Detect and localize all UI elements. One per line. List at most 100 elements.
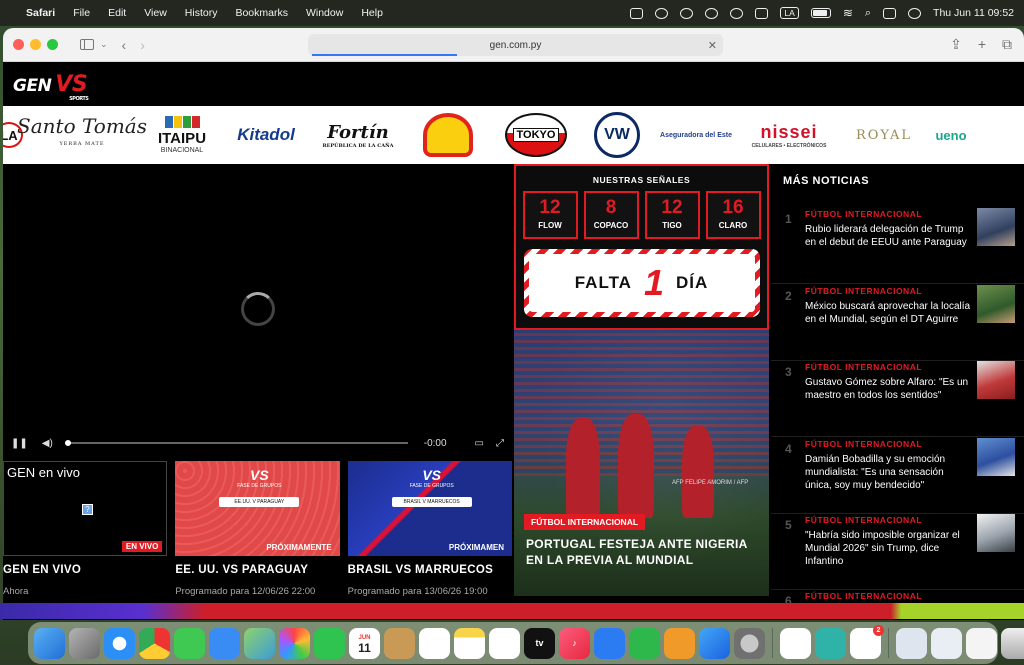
sponsor-fortin-logo[interactable]: Fortín REPÚBLICA DE LA CAÑA bbox=[309, 106, 407, 164]
menu-help[interactable]: Help bbox=[361, 7, 383, 19]
news-title[interactable]: Damián Bobadilla y su emoción mundialist… bbox=[805, 453, 971, 492]
slack-icon[interactable] bbox=[780, 627, 811, 659]
forward-button[interactable]: › bbox=[140, 37, 145, 53]
news-category[interactable]: FÚTBOL INTERNACIONAL bbox=[805, 362, 922, 372]
stats-icon[interactable]: 2 bbox=[850, 624, 884, 659]
seek-bar[interactable] bbox=[64, 439, 408, 446]
user-icon[interactable] bbox=[908, 7, 922, 19]
messages-icon[interactable] bbox=[174, 627, 205, 659]
menu-app-name[interactable]: Safari bbox=[26, 7, 55, 19]
finder-icon[interactable] bbox=[34, 627, 65, 659]
clock[interactable]: Thu Jun 11 09:52 bbox=[933, 7, 1014, 19]
featured-article[interactable]: AFP FELIPE AMORIM / AFP FÚTBOL INTERNACI… bbox=[514, 330, 769, 596]
pause-button[interactable]: ❚❚ bbox=[11, 438, 28, 449]
tab-overview-icon[interactable]: ⧉ bbox=[1002, 36, 1012, 53]
close-window-button[interactable] bbox=[13, 39, 24, 50]
search-icon[interactable]: ⌕ bbox=[865, 7, 871, 20]
news-item[interactable]: 2 FÚTBOL INTERNACIONAL México buscará ap… bbox=[771, 285, 1024, 361]
reminders-icon[interactable] bbox=[419, 627, 450, 659]
safari-icon[interactable] bbox=[104, 627, 135, 659]
menu-view[interactable]: View bbox=[144, 7, 167, 19]
sponsor-ueno-logo[interactable]: ueno bbox=[931, 106, 971, 164]
pages-icon[interactable] bbox=[664, 627, 695, 659]
video-thumbnail[interactable]: GEN en vivo ? EN VIVO bbox=[3, 461, 168, 556]
video-thumbnail[interactable]: VS FASE DE GRUPOS BRASIL V MARRUECOS PRÓ… bbox=[347, 461, 512, 556]
chevron-down-icon[interactable]: ⌄ bbox=[100, 39, 108, 50]
news-title[interactable]: "Habría sido imposible organizar el Mund… bbox=[805, 529, 971, 568]
volume-icon[interactable]: ◀) bbox=[42, 438, 53, 449]
new-tab-icon[interactable]: + bbox=[978, 36, 986, 53]
channel-copaco[interactable]: 8 COPACO bbox=[583, 191, 639, 239]
maps-icon[interactable] bbox=[244, 627, 275, 659]
sponsor-itaipu-logo[interactable]: ITAIPU BINACIONAL bbox=[141, 106, 223, 164]
system-settings-icon[interactable] bbox=[734, 627, 765, 659]
menu-history[interactable]: History bbox=[185, 7, 218, 19]
notes-icon[interactable] bbox=[454, 627, 485, 659]
sponsor-santo-tomas-logo[interactable]: Santo Tomás YERBA MATE bbox=[17, 106, 147, 164]
calendar-icon[interactable]: JUN 11 bbox=[349, 627, 380, 659]
menu-edit[interactable]: Edit bbox=[108, 7, 126, 19]
news-title[interactable]: México buscará aprovechar la localía en … bbox=[805, 300, 971, 326]
sync-icon[interactable] bbox=[680, 7, 694, 19]
news-item[interactable]: 1 FÚTBOL INTERNACIONAL Rubio liderará de… bbox=[771, 208, 1024, 284]
sidebar-toggle-icon[interactable] bbox=[80, 39, 94, 50]
video-player[interactable]: ❚❚ ◀) -0:00 ▭ ⤢ bbox=[3, 164, 512, 454]
channel-claro[interactable]: 16 CLARO bbox=[705, 191, 761, 239]
sponsor-nissei-logo[interactable]: nissei CELULARES • ELECTRÓNICOS bbox=[741, 106, 837, 164]
video-title[interactable]: GEN EN VIVO bbox=[3, 564, 167, 576]
sponsor-kitadol-logo[interactable]: Kitadol bbox=[223, 106, 309, 164]
sponsor-shell-logo[interactable] bbox=[407, 106, 489, 164]
gauge-icon[interactable] bbox=[705, 7, 719, 19]
news-thumbnail[interactable] bbox=[977, 285, 1015, 323]
photos-icon[interactable] bbox=[279, 627, 310, 659]
news-category[interactable]: FÚTBOL INTERNACIONAL bbox=[805, 286, 922, 296]
mail-icon[interactable] bbox=[209, 627, 240, 659]
stop-loading-icon[interactable]: ✕ bbox=[708, 39, 717, 52]
video-card[interactable]: GEN en vivo ? EN VIVO GEN EN VIVO Ahora bbox=[3, 461, 168, 597]
video-card[interactable]: VS FASE DE GRUPOS BRASIL V MARRUECOS PRÓ… bbox=[347, 461, 512, 597]
channel-tigo[interactable]: 12 TIGO bbox=[644, 191, 700, 239]
control-center-icon[interactable] bbox=[883, 7, 897, 19]
sponsor-royal-logo[interactable]: ROYAL bbox=[837, 106, 931, 164]
news-category[interactable]: FÚTBOL INTERNACIONAL bbox=[805, 591, 922, 601]
menu-window[interactable]: Window bbox=[306, 7, 343, 19]
trash-icon[interactable] bbox=[1001, 627, 1024, 659]
screenshot-window-icon[interactable] bbox=[966, 627, 997, 659]
input-source-indicator[interactable]: LA bbox=[780, 7, 799, 19]
news-category[interactable]: FÚTBOL INTERNACIONAL bbox=[805, 439, 922, 449]
menu-bookmarks[interactable]: Bookmarks bbox=[235, 7, 288, 19]
news-thumbnail[interactable] bbox=[977, 361, 1015, 399]
news-item[interactable]: 4 FÚTBOL INTERNACIONAL Damián Bobadilla … bbox=[771, 438, 1024, 514]
video-card[interactable]: VS FASE DE GRUPOS EE.UU. V PARAGUAY PRÓX… bbox=[175, 461, 340, 597]
menu-file[interactable]: File bbox=[73, 7, 90, 19]
minimize-window-button[interactable] bbox=[30, 39, 41, 50]
numbers-icon[interactable] bbox=[629, 627, 660, 659]
share-icon[interactable]: ⇪ bbox=[950, 36, 962, 53]
news-thumbnail[interactable] bbox=[977, 438, 1015, 476]
chrome-icon[interactable] bbox=[139, 627, 170, 659]
news-title[interactable]: Rubio liderará delegación de Trump en el… bbox=[805, 223, 971, 249]
news-item[interactable]: 3 FÚTBOL INTERNACIONAL Gustavo Gómez sob… bbox=[771, 361, 1024, 437]
fullscreen-icon[interactable]: ⤢ bbox=[496, 438, 504, 449]
keynote-icon[interactable] bbox=[594, 627, 625, 659]
address-bar[interactable]: gen.com.py ✕ bbox=[308, 34, 723, 56]
news-title[interactable]: Gustavo Gómez sobre Alfaro: "Es un maest… bbox=[805, 376, 971, 402]
zoom-window-button[interactable] bbox=[47, 39, 58, 50]
document-window-icon[interactable] bbox=[896, 627, 927, 659]
news-thumbnail[interactable] bbox=[977, 208, 1015, 246]
app-store-icon[interactable] bbox=[699, 627, 730, 659]
news-item[interactable]: 5 FÚTBOL INTERNACIONAL "Habría sido impo… bbox=[771, 514, 1024, 590]
video-thumbnail[interactable]: VS FASE DE GRUPOS EE.UU. V PARAGUAY PRÓX… bbox=[175, 461, 340, 556]
channel-flow[interactable]: 12 FLOW bbox=[522, 191, 578, 239]
video-title[interactable]: EE. UU. VS PARAGUAY bbox=[175, 564, 339, 576]
article-category-badge[interactable]: FÚTBOL INTERNACIONAL bbox=[524, 514, 646, 530]
back-button[interactable]: ‹ bbox=[122, 37, 127, 53]
wifi-icon[interactable]: ≋ bbox=[843, 6, 853, 20]
facetime-icon[interactable] bbox=[314, 627, 345, 659]
gen-vs-logo[interactable]: GEN VSSPORTS bbox=[13, 72, 89, 102]
launchpad-icon[interactable] bbox=[69, 627, 100, 659]
freeform-icon[interactable] bbox=[489, 627, 520, 659]
display-icon[interactable] bbox=[755, 7, 769, 19]
battery-icon[interactable] bbox=[810, 8, 831, 18]
news-category[interactable]: FÚTBOL INTERNACIONAL bbox=[805, 515, 922, 525]
